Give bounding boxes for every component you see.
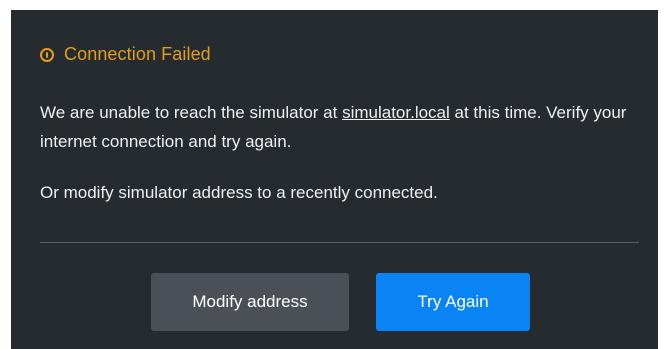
exclamation-circle-icon (40, 47, 54, 62)
secondary-message: Or modify simulator address to a recentl… (40, 183, 438, 202)
dialog-header: Connection Failed (40, 44, 211, 65)
modify-address-button[interactable]: Modify address (151, 273, 349, 331)
dialog-message: We are unable to reach the simulator at … (40, 98, 640, 207)
connection-failed-dialog: Connection Failed We are unable to reach… (11, 10, 658, 349)
simulator-address-link[interactable]: simulator.local (342, 103, 450, 122)
divider (40, 242, 639, 243)
message-text-before-link: We are unable to reach the simulator at (40, 103, 343, 122)
error-message: We are unable to reach the simulator at … (40, 98, 640, 156)
dialog-title: Connection Failed (64, 44, 211, 64)
try-again-button[interactable]: Try Again (376, 273, 530, 331)
